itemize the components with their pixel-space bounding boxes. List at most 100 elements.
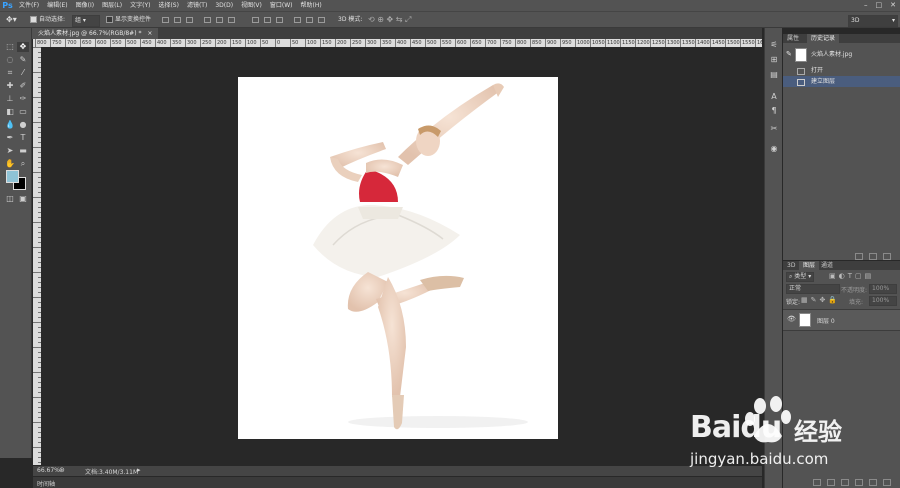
path-select-tool-icon[interactable]: ➤ — [4, 146, 16, 156]
distribute-vcenter-icon[interactable] — [264, 17, 271, 23]
tab-properties[interactable]: 属性 — [783, 34, 803, 43]
menu-item-5[interactable]: 选择(S) — [154, 0, 183, 11]
menu-item-3[interactable]: 图层(L) — [98, 0, 126, 11]
ruler-tick-mark — [33, 272, 41, 273]
brush-tool-icon[interactable]: ✐ — [17, 81, 29, 91]
eyedropper-tool-icon[interactable]: ⁄ — [17, 68, 29, 78]
properties-panel-icon[interactable]: ⊞ — [769, 55, 779, 65]
history-brush-tool-icon[interactable]: ✑ — [17, 94, 29, 104]
close-tab-icon[interactable]: × — [147, 30, 152, 37]
marquee-tool-icon[interactable]: ⬚ — [4, 42, 16, 52]
delete-state-icon[interactable] — [883, 253, 891, 260]
menu-item-8[interactable]: 视图(V) — [237, 0, 266, 11]
align-vcenter-icon[interactable] — [174, 17, 181, 23]
close-button[interactable]: ✕ — [890, 1, 896, 9]
menu-item-10[interactable]: 帮助(H) — [297, 0, 326, 11]
clone-stamp-tool-icon[interactable]: ⊥ — [4, 94, 16, 104]
history-item[interactable]: 打开 — [783, 65, 900, 76]
timeline-label[interactable]: 时间轴 — [37, 479, 55, 488]
move-tool-icon[interactable]: ✥ — [17, 42, 29, 52]
type-tool-icon[interactable]: T — [17, 133, 29, 143]
character-panel-icon[interactable]: A — [769, 92, 779, 102]
menu-item-4[interactable]: 文字(Y) — [126, 0, 154, 11]
new-snapshot-icon[interactable] — [869, 253, 877, 260]
align-left-icon[interactable] — [204, 17, 211, 23]
ruler-tick-mark — [590, 39, 591, 47]
show-transform-checkbox[interactable]: 显示变换控件 — [106, 15, 151, 25]
crop-tool-icon[interactable]: ⌗ — [4, 68, 16, 78]
auto-select-checkbox[interactable]: 自动选择: — [30, 15, 65, 25]
history-snapshot[interactable]: ✎ 火焰人素材.jpg — [783, 46, 900, 63]
pen-tool-icon[interactable]: ✒ — [4, 133, 16, 143]
distribute-top-icon[interactable] — [252, 17, 259, 23]
workspace-dropdown[interactable]: 3D ▾ — [848, 15, 898, 27]
ruler-tick-label: 1600 — [757, 40, 762, 46]
tab-layers[interactable]: 图层 — [799, 261, 820, 270]
zoom-level[interactable]: 66.67% — [37, 467, 60, 474]
history-item-selected[interactable]: 建立图层 — [783, 76, 900, 87]
menu-item-9[interactable]: 窗口(W) — [266, 0, 297, 11]
paragraph-panel-icon[interactable]: ¶ — [769, 106, 779, 116]
align-bottom-icon[interactable] — [186, 17, 193, 23]
adjustments-panel-icon[interactable]: ▤ — [769, 70, 779, 80]
opacity-field[interactable]: 100% — [869, 284, 897, 294]
foreground-color-swatch[interactable] — [6, 170, 19, 183]
hand-tool-icon[interactable]: ✋ — [4, 159, 16, 169]
lock-icons[interactable]: ▦✎✥🔒 — [801, 296, 840, 304]
history-panel-tabs: 属性 历史记录 — [783, 34, 900, 43]
menu-item-0[interactable]: 文件(F) — [15, 0, 43, 11]
menu-item-7[interactable]: 3D(D) — [211, 0, 237, 11]
eraser-tool-icon[interactable]: ◧ — [4, 107, 16, 117]
distribute-hcenter-icon[interactable] — [306, 17, 313, 23]
dodge-tool-icon[interactable]: ● — [17, 120, 29, 130]
ruler-tick-mark — [290, 39, 291, 47]
ruler-tick-mark — [575, 39, 576, 47]
distribute-left-icon[interactable] — [294, 17, 301, 23]
eye-icon[interactable]: 👁 — [787, 315, 796, 323]
tab-channels[interactable]: 通道 — [817, 261, 837, 270]
healing-brush-tool-icon[interactable]: ✚ — [4, 81, 16, 91]
history-panel-icon[interactable]: ⚟ — [769, 40, 779, 50]
ruler-tick-mark — [200, 39, 201, 47]
layer-row[interactable]: 👁 图层 0 — [783, 309, 900, 331]
ruler-tick-label: 250 — [202, 40, 212, 46]
distribute-bottom-icon[interactable] — [276, 17, 283, 23]
new-document-from-state-icon[interactable] — [855, 253, 863, 260]
align-right-icon[interactable] — [228, 17, 235, 23]
tab-history[interactable]: 历史记录 — [807, 34, 840, 43]
menu-item-6[interactable]: 滤镜(T) — [183, 0, 211, 11]
maximize-button[interactable]: □ — [876, 1, 883, 9]
minimize-button[interactable]: – — [864, 1, 868, 9]
layer-kind-filter[interactable]: ⌕ 类型 ▾ — [786, 272, 815, 282]
distribute-right-icon[interactable] — [318, 17, 325, 23]
document-canvas[interactable] — [238, 77, 558, 439]
lasso-tool-icon[interactable]: ◌ — [4, 55, 16, 65]
fill-field[interactable]: 100% — [869, 296, 897, 306]
menu-item-2[interactable]: 图像(I) — [72, 0, 98, 11]
quick-select-tool-icon[interactable]: ✎ — [17, 55, 29, 65]
baidu-jingyan-watermark: Baidu 经验 jingyan.baidu.com — [690, 392, 890, 482]
status-info-icon[interactable]: ⊛ — [59, 466, 65, 474]
gradient-tool-icon[interactable]: ▭ — [17, 107, 29, 117]
align-hcenter-icon[interactable] — [216, 17, 223, 23]
brush-presets-icon[interactable]: ◉ — [769, 144, 779, 154]
ruler-tick-mark — [33, 122, 41, 123]
ruler-tick-label: 450 — [142, 40, 152, 46]
screen-mode-icon[interactable]: ▣ — [17, 194, 29, 204]
menu-item-1[interactable]: 编辑(E) — [43, 0, 71, 11]
status-menu-icon[interactable]: ▸ — [137, 466, 141, 474]
move-tool-preset-icon[interactable]: ✥▾ — [6, 15, 17, 25]
align-top-icon[interactable] — [162, 17, 169, 23]
quick-mask-icon[interactable]: ◫ — [4, 194, 16, 204]
tab-3d[interactable]: 3D — [783, 261, 799, 270]
3d-mode-icons[interactable]: ⟲ ⊕ ✥ ⇆ ⤢ — [368, 15, 411, 25]
shape-tool-icon[interactable]: ▬ — [17, 146, 29, 156]
blend-mode-dropdown[interactable]: 正常 — [786, 284, 840, 294]
auto-select-dropdown[interactable]: 组 ▾ — [72, 15, 100, 27]
tool-presets-icon[interactable]: ✂ — [769, 124, 779, 134]
blur-tool-icon[interactable]: 💧 — [4, 120, 16, 130]
layer-filter-icons[interactable]: ▣◐T▢▤ — [829, 272, 874, 280]
zoom-tool-icon[interactable]: ⌕ — [17, 159, 29, 169]
document-tab[interactable]: 火焰人素材.jpg @ 66.7%(RGB/8#) * × — [32, 28, 159, 39]
horizontal-ruler: 800 750 700 650 600 550 500 450 400 350 300 250 200 1… — [33, 39, 762, 47]
